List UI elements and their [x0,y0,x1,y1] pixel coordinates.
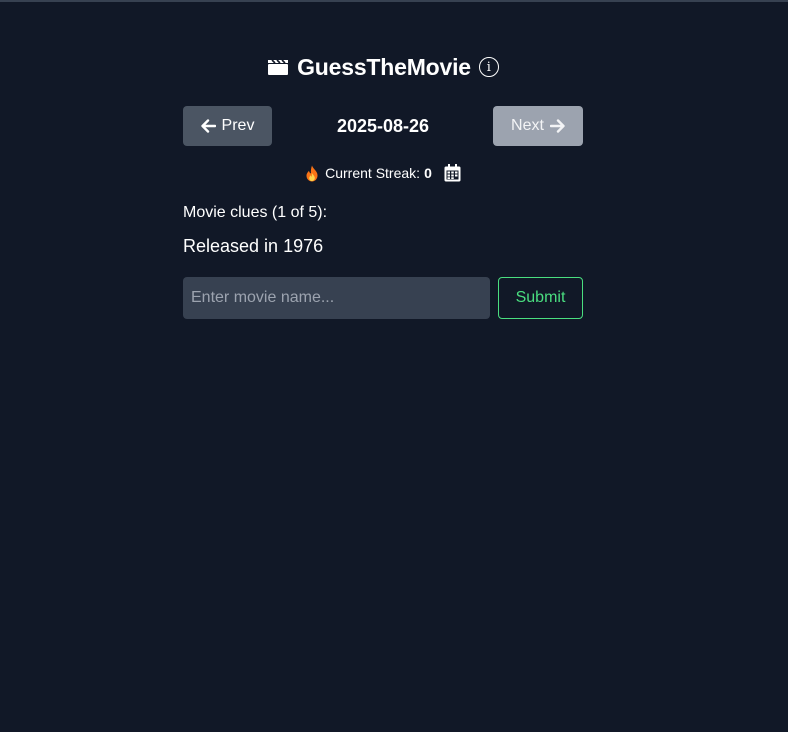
submit-button[interactable]: Submit [498,277,583,319]
clue-text: Released in 1976 [183,236,324,256]
streak-label: Current Streak: [325,165,421,181]
next-button[interactable]: Next [493,106,583,146]
app-title: GuessTheMovie [297,53,471,80]
streak-value: 0 [424,165,432,181]
info-circle-icon[interactable]: i [478,57,499,77]
prev-button[interactable]: Prev [183,106,272,146]
calendar-icon[interactable] [444,164,461,182]
streak-bar: Current Streak: 0 [183,160,583,186]
app-header: GuessTheMovie i [183,52,583,82]
movie-guess-input[interactable] [183,277,490,319]
clue-heading: Movie clues (1 of 5): [183,204,328,221]
prev-button-label: Prev [221,117,255,134]
arrow-left-icon [200,119,216,133]
clapperboard-icon [268,59,289,75]
arrow-right-icon [549,119,565,133]
fire-icon [306,165,318,181]
window-top-border [0,0,788,2]
next-button-label: Next [511,117,544,134]
date-navigation: Prev 2025-08-26 Next [183,106,583,146]
